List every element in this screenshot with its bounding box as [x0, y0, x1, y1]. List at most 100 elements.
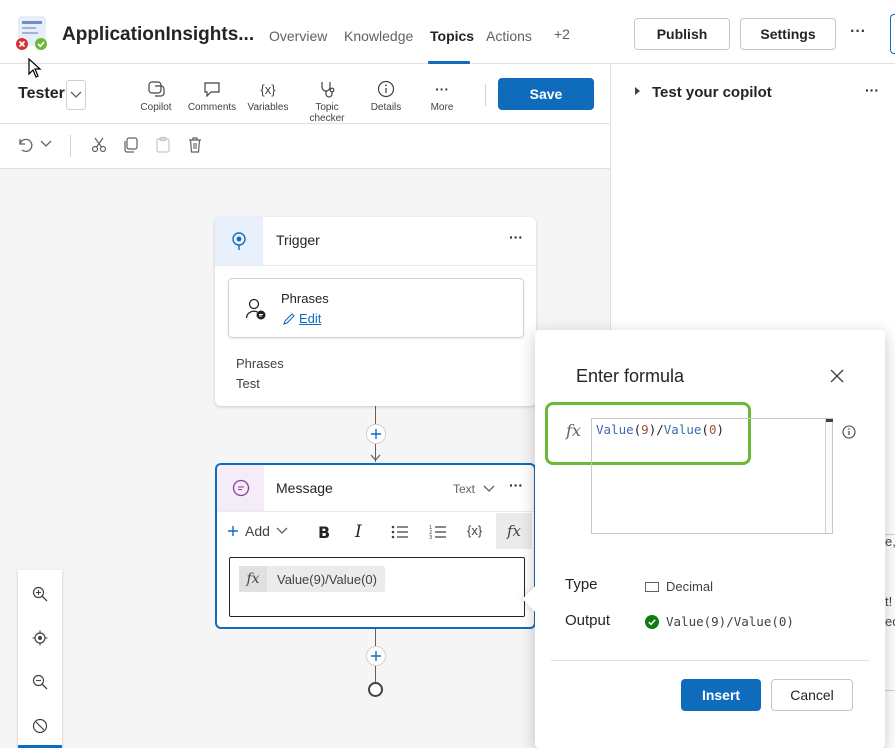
- node-divider: [215, 265, 536, 266]
- top-bar: ApplicationInsights... Overview Knowledg…: [0, 0, 895, 78]
- tab-overflow[interactable]: +2: [554, 26, 570, 42]
- phrases-title: Phrases: [281, 291, 329, 306]
- formula-dialog: Enter formula fx Value(9)/Value(0) Type …: [522, 330, 885, 748]
- numbered-list-icon[interactable]: 123: [429, 524, 447, 540]
- plus-icon: [228, 526, 238, 536]
- zoom-in-icon[interactable]: [32, 586, 48, 602]
- details-tool-button[interactable]: Details: [356, 78, 416, 113]
- delete-icon[interactable]: [186, 136, 204, 154]
- tab-actions[interactable]: Actions: [486, 28, 532, 44]
- type-label: Type: [565, 576, 598, 593]
- chevron-down-icon: [276, 527, 288, 534]
- trigger-node[interactable]: Trigger ··· Phrases Edit Phrases Test: [215, 217, 536, 406]
- variables-tool-button[interactable]: {x} Variables: [238, 78, 298, 114]
- cut-icon[interactable]: [90, 136, 108, 154]
- add-node-button[interactable]: [366, 424, 386, 444]
- copilot-tool-button[interactable]: Copilot: [126, 78, 186, 113]
- dialog-divider: [551, 660, 869, 661]
- message-text-box[interactable]: fx Value(9)/Value(0): [229, 557, 525, 617]
- bullet-list-icon[interactable]: [391, 525, 409, 539]
- tool-label: Copilot: [140, 102, 172, 113]
- info-icon: [356, 78, 416, 100]
- test-panel-title: Test your copilot: [652, 84, 772, 101]
- arrow-down-icon: [370, 454, 381, 462]
- formula-icon[interactable]: fx: [496, 513, 532, 549]
- type-value: Decimal: [645, 579, 713, 594]
- node-more-button[interactable]: ···: [509, 477, 523, 493]
- tool-label: Details: [370, 102, 402, 113]
- code-token: 9: [641, 422, 649, 437]
- editor-scrollbar[interactable]: [825, 419, 833, 533]
- paste-icon: [154, 136, 172, 154]
- topic-toolbar: Tester Copilot Comments {x} Variables To…: [0, 64, 610, 124]
- comments-tool-button[interactable]: Comments: [182, 78, 242, 113]
- zoom-out-icon[interactable]: [32, 674, 48, 690]
- undo-dropdown-icon[interactable]: [40, 140, 52, 148]
- trigger-icon: [215, 217, 263, 265]
- edit-phrases-link[interactable]: Edit: [282, 311, 321, 326]
- add-content-button[interactable]: Add: [227, 523, 288, 539]
- app-title[interactable]: ApplicationInsights...: [62, 24, 254, 46]
- close-icon[interactable]: [829, 368, 845, 384]
- hidden-divider: [885, 690, 895, 691]
- scrollbar-thumb[interactable]: [826, 419, 833, 422]
- message-icon: [217, 465, 264, 511]
- hidden-text-fragment: ec: [885, 614, 895, 629]
- code-token: Value: [596, 422, 634, 437]
- test-toggle-button[interactable]: [890, 14, 895, 54]
- chevron-down-icon: [70, 91, 82, 98]
- code-token: (: [701, 422, 709, 437]
- tab-overview[interactable]: Overview: [269, 28, 327, 44]
- tab-topics[interactable]: Topics: [430, 28, 474, 44]
- node-more-button[interactable]: ···: [509, 229, 523, 245]
- topic-dropdown-button[interactable]: [66, 80, 86, 110]
- output-label: Output: [565, 612, 611, 629]
- tool-label: Variables: [247, 102, 289, 113]
- test-panel-more-button[interactable]: ···: [865, 82, 879, 98]
- save-button[interactable]: Save: [498, 78, 594, 110]
- info-icon[interactable]: [842, 425, 856, 439]
- phrases-card[interactable]: Phrases Edit: [228, 278, 524, 338]
- formula-chip-text: Value(9)/Value(0): [277, 571, 377, 587]
- more-tool-button[interactable]: ··· More: [412, 78, 472, 113]
- header-more-button[interactable]: ···: [850, 23, 866, 41]
- output-value-text: Value(9)/Value(0): [666, 614, 794, 629]
- edit-toolbar: [0, 124, 610, 169]
- toolbar-divider: [485, 84, 486, 106]
- add-node-button[interactable]: [366, 646, 386, 666]
- insert-variable-icon[interactable]: {x}: [467, 523, 482, 538]
- code-token: ): [716, 422, 724, 437]
- edit-divider: [70, 135, 71, 157]
- plus-icon: [371, 429, 381, 439]
- italic-icon[interactable]: I: [355, 522, 362, 542]
- cancel-button[interactable]: Cancel: [771, 679, 853, 711]
- fx-icon: fx: [566, 421, 581, 440]
- insert-button[interactable]: Insert: [681, 679, 761, 711]
- dialog-title: Enter formula: [576, 366, 685, 386]
- node-title: Trigger: [276, 232, 320, 248]
- edit-label: Edit: [299, 311, 322, 326]
- tab-knowledge[interactable]: Knowledge: [344, 28, 413, 44]
- topic-name[interactable]: Tester: [18, 85, 65, 103]
- node-divider: [217, 511, 534, 512]
- settings-button[interactable]: Settings: [740, 18, 836, 50]
- stethoscope-icon: [297, 78, 357, 100]
- message-type-dropdown[interactable]: Text: [453, 482, 495, 496]
- minimap-toggle-icon[interactable]: [32, 718, 48, 734]
- hidden-text-fragment: t!: [885, 594, 893, 609]
- more-icon: ···: [435, 81, 449, 97]
- message-node[interactable]: Message Text ··· Add B I 123 {x} fx fx V…: [215, 463, 536, 629]
- phrases-value: Test: [236, 376, 260, 391]
- caret-right-icon[interactable]: [635, 87, 641, 95]
- fit-view-icon[interactable]: [32, 630, 48, 646]
- output-value: Value(9)/Value(0): [645, 614, 794, 629]
- undo-icon[interactable]: [16, 136, 34, 154]
- pencil-icon: [283, 312, 295, 325]
- formula-chip[interactable]: fx Value(9)/Value(0): [239, 566, 385, 592]
- copy-icon[interactable]: [122, 136, 140, 154]
- add-label: Add: [245, 523, 270, 539]
- formula-input[interactable]: Value(9)/Value(0): [591, 418, 833, 534]
- bold-icon[interactable]: B: [318, 523, 330, 542]
- publish-button[interactable]: Publish: [634, 18, 730, 50]
- topic-checker-tool-button[interactable]: Topic checker: [297, 78, 357, 124]
